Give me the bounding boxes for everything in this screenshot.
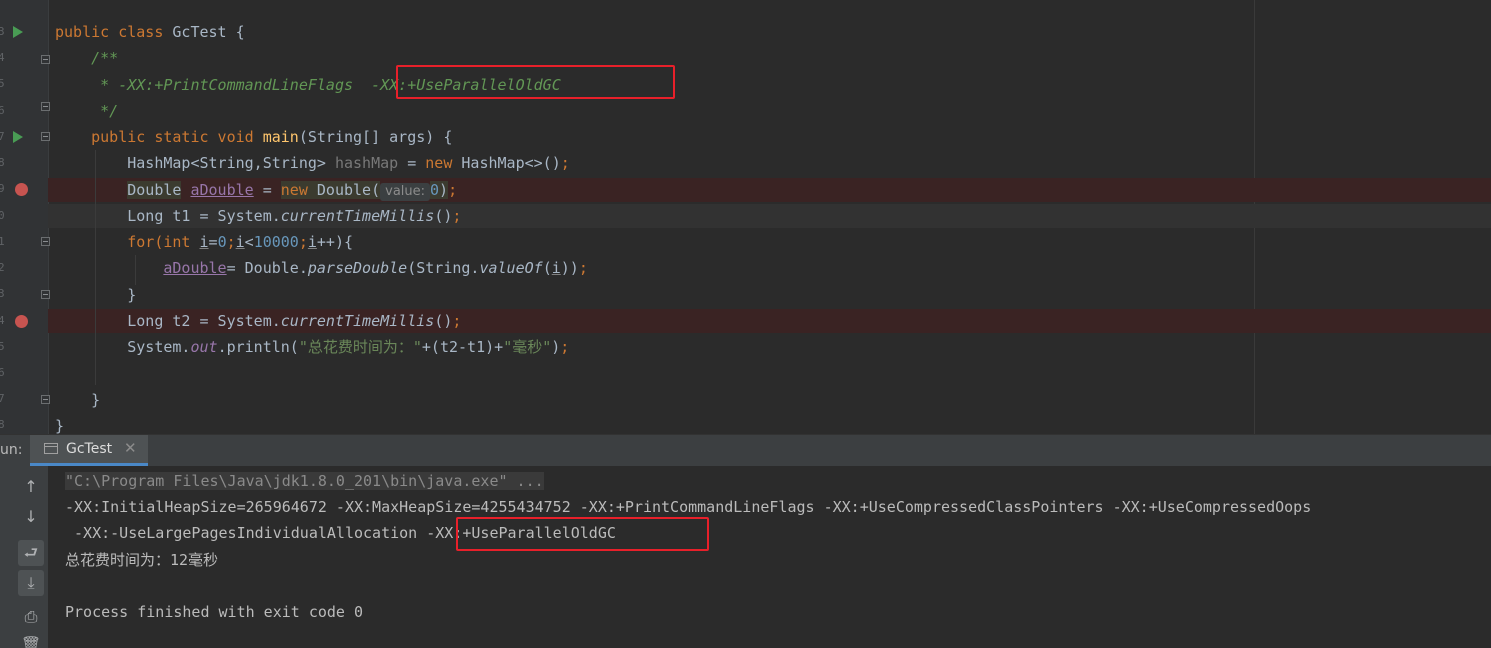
code-line: Double aDouble = new Double(value: 0); [127,181,458,201]
fold-icon[interactable] [41,237,50,246]
line-number: 6 [0,104,5,117]
breakpoint-icon[interactable] [15,315,28,328]
code-line: HashMap<String,String> hashMap = new Has… [127,154,570,172]
run-main-icon[interactable] [13,131,23,143]
fold-icon[interactable] [41,55,50,64]
console-line: 总花费时间为：12毫秒 [65,551,219,569]
tab-label: GcTest [66,441,113,457]
close-icon[interactable]: ✕ [124,439,137,457]
print-icon[interactable]: ⎙ [18,604,44,630]
tab-gctest[interactable]: GcTest ✕ [30,435,148,466]
code-line: } [55,417,65,434]
code-line: aDouble= Double.parseDouble(String.value… [163,259,588,277]
console-line: "C:\Program Files\Java\jdk1.8.0_201\bin\… [65,472,544,490]
console-line: Process finished with exit code 0 [65,603,364,621]
fold-icon[interactable] [41,395,50,404]
code-line: for(int i=0;i<10000;i++){ [127,233,354,251]
line-number: 9 [0,182,5,195]
code-line: /** [91,49,119,67]
down-arrow-icon[interactable]: ↓ [18,504,44,530]
fold-icon[interactable] [41,290,50,299]
breakpoint-icon[interactable] [15,183,28,196]
line-number: 8 [0,418,5,431]
fold-icon[interactable] [41,132,50,141]
line-number: 6 [0,366,5,379]
line-number: 8 [0,156,5,169]
code-line: Long t2 = System.currentTimeMillis(); [127,312,462,330]
line-number: 1 [0,235,5,248]
editor-gutter: 3 4 5 6 7 8 9 0 1 2 3 4 5 6 7 8 [0,0,50,434]
line-number: 4 [0,314,5,327]
line-number: 7 [0,392,5,405]
parameter-hint: value: [380,183,431,201]
line-number: 3 [0,287,5,300]
code-line: } [127,286,137,304]
console-tab-icon [44,443,58,454]
line-number: 0 [0,209,5,222]
run-panel-label: un: [0,442,23,458]
run-toolbar: ↑ ↓ ⮐ ⤓ ⎙ 🗑 [0,466,48,648]
line-number: 7 [0,130,5,143]
annotation-box [456,517,709,551]
line-number: 5 [0,340,5,353]
line-number: 2 [0,261,5,274]
run-class-icon[interactable] [13,26,23,38]
code-line: public static void main(String[] args) { [91,128,453,146]
line-number: 4 [0,51,5,64]
code-line: System.out.println("总花费时间为："+(t2-t1)+"毫秒… [127,338,570,356]
code-line: */ [91,102,119,120]
fold-icon[interactable] [41,102,50,111]
scroll-to-end-icon[interactable]: ⤓ [18,570,44,596]
code-line: public class GcTest { [55,23,245,41]
trash-icon[interactable]: 🗑 [18,632,44,648]
annotation-box [396,65,675,99]
code-line: } [91,391,101,409]
run-console[interactable]: ↑ ↓ ⮐ ⤓ ⎙ 🗑 "C:\Program Files\Java\jdk1.… [0,466,1491,648]
run-panel-header: un: GcTest ✕ [0,434,1491,466]
code-editor[interactable]: 3 4 5 6 7 8 9 0 1 2 3 4 5 6 7 8 public c… [0,0,1491,434]
code-line: Long t1 = System.currentTimeMillis(); [127,207,462,225]
soft-wrap-icon[interactable]: ⮐ [18,540,44,566]
up-arrow-icon[interactable]: ↑ [18,474,44,500]
line-number: 3 [0,25,5,38]
line-number: 5 [0,77,5,90]
